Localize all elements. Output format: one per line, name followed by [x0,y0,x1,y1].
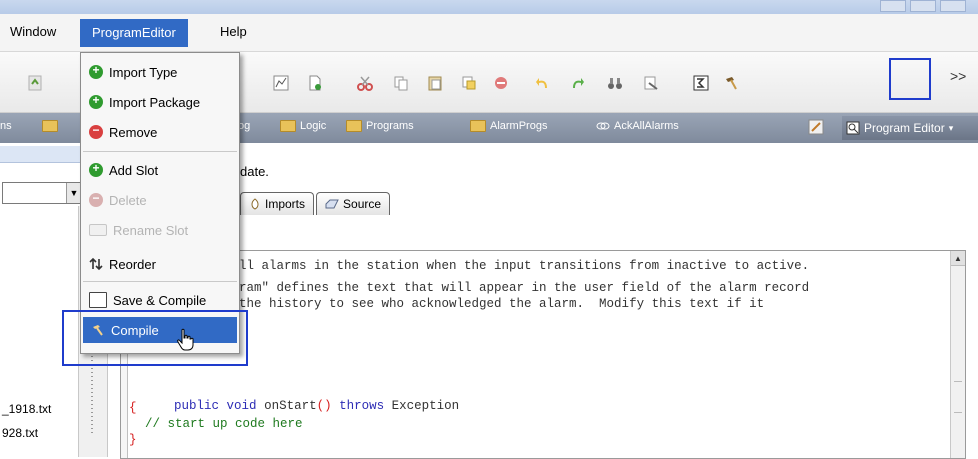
plus-green-icon [89,161,103,177]
reorder-icon [89,257,103,271]
plus-green-icon [89,93,103,109]
window-minimize-button[interactable] [880,0,906,12]
toolbar-graph-button[interactable] [270,72,292,94]
save-compile-icon [89,292,107,308]
tab-source[interactable]: Source [316,192,391,215]
menu-item-reorder[interactable]: Reorder [81,251,239,277]
copy-icon [394,76,408,91]
paste-icon [428,76,442,91]
bookmark-ackallalarms[interactable]: AckAllAlarms [596,120,679,132]
toolbar-duplicate-button[interactable] [458,72,480,94]
menu-help[interactable]: Help [214,22,253,42]
code-brace-close: } [129,433,137,447]
editor-tabs: Imports Source [240,192,392,215]
window-close-button[interactable] [940,0,966,12]
programeditor-dropdown-menu: Import Type Import Package Remove Add Sl… [80,52,240,354]
code-comment: // start up code here [145,417,303,431]
program-editor-content: date. Imports Source ll alarms in the st… [112,146,978,459]
bookmark-partial[interactable]: ns [0,120,12,132]
toolbar-paste-button[interactable] [424,72,446,94]
compile-menu-highlight [62,310,248,366]
file-item[interactable]: _1918.txt [2,402,51,416]
bookmark-edit-button[interactable] [808,119,824,135]
toolbar-undo-button[interactable] [532,72,554,94]
left-nav-dropdown[interactable]: ▼ [2,182,82,204]
toolbar-copy-button[interactable] [390,72,412,94]
rename-icon [89,224,107,236]
menu-item-add-slot[interactable]: Add Slot [81,157,239,183]
bookmark-logic[interactable]: Logic [280,120,326,132]
toolbar-redo-button[interactable] [566,72,588,94]
toolbar-save-compile-button[interactable] [690,72,712,94]
binoculars-icon [608,78,622,89]
hand-cursor-icon [177,328,194,351]
refresh-icon [28,75,42,91]
magnifier-icon [846,121,860,135]
link-icon [596,122,610,130]
menu-item-rename-slot: Rename Slot [81,217,239,243]
menu-item-delete: Delete [81,187,239,213]
undo-icon [536,78,547,88]
menu-item-import-package[interactable]: Import Package [81,89,239,115]
menu-bar: Window ProgramEditor Help [0,14,978,52]
code-brace-open: { [129,401,137,415]
menu-separator [83,281,237,282]
code-comment-line: the history to see who acknowledged the … [239,297,765,311]
toolbar-new-button[interactable] [304,72,326,94]
graph-icon [273,75,289,91]
replace-icon [644,76,658,90]
window-title-strip [0,0,978,14]
chevron-down-icon: ▾ [948,122,954,133]
toolbar-cut-button[interactable] [354,72,376,94]
cut-icon [357,76,373,91]
bookmark-alarmprogs[interactable]: AlarmProgs [470,120,547,132]
minus-red-icon [89,191,103,207]
code-comment-line: ram" defines the text that will appear i… [239,281,810,295]
folder-icon [42,120,58,132]
duplicate-icon [462,76,476,90]
imports-icon [251,198,259,210]
menu-item-import-type[interactable]: Import Type [81,59,239,85]
hammer-icon [726,77,737,90]
scroll-up-arrow[interactable]: ▲ [951,251,965,266]
menu-programeditor[interactable]: ProgramEditor [80,19,188,47]
toolbar-compile-button[interactable] [720,72,742,94]
toolbar-refresh-button[interactable] [24,72,46,94]
new-file-icon [309,75,321,91]
file-item[interactable]: 928.txt [2,426,38,440]
status-notice: date. [240,164,269,179]
plus-green-icon [89,63,103,79]
window-maximize-button[interactable] [910,0,936,12]
minus-red-icon [89,123,103,139]
tab-imports[interactable]: Imports [240,192,315,215]
bookmark-programs[interactable]: Programs [346,120,414,132]
toolbar-overflow[interactable]: >> [950,68,966,84]
folder-icon [346,120,362,132]
pencil-icon [808,119,824,135]
save-compile-icon [693,75,709,91]
menu-item-remove[interactable]: Remove [81,119,239,145]
folder-icon [470,120,486,132]
chevron-down-icon[interactable]: ▼ [66,183,81,203]
menu-separator [83,151,237,152]
bookmark-folder-partial[interactable] [42,120,58,132]
program-editor-view-selector[interactable]: Program Editor ▾ [842,116,978,140]
code-comment-line: ll alarms in the station when the input … [239,259,810,273]
toolbar-find-button[interactable] [604,72,626,94]
toolbar-replace-button[interactable] [640,72,662,94]
toolbar-delete-button[interactable] [490,72,512,94]
editor-vertical-scrollbar[interactable]: ▲ [950,251,965,458]
redo-icon [573,78,584,88]
source-icon [325,199,339,209]
menu-window[interactable]: Window [4,22,62,42]
delete-icon [495,77,507,89]
compile-button-highlight [889,58,931,100]
folder-icon [280,120,296,132]
